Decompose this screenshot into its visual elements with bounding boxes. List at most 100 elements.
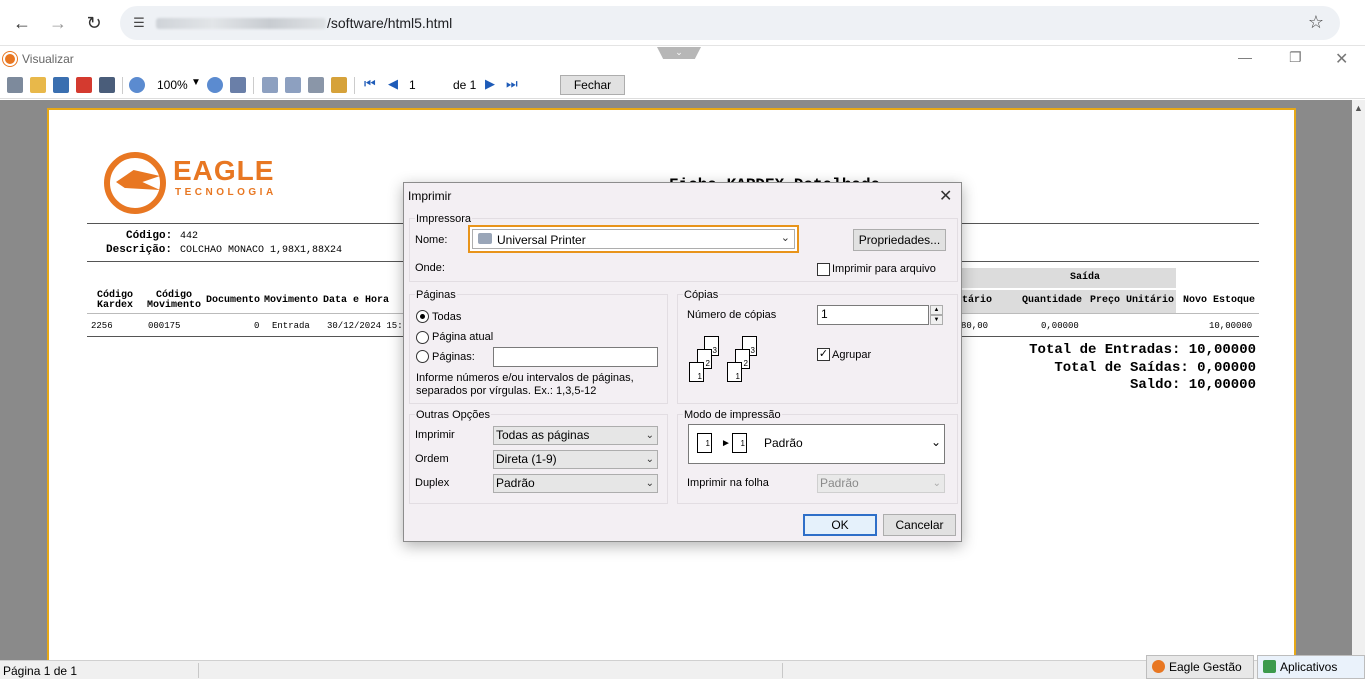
prev-page-icon[interactable]: ◀ [388, 76, 398, 92]
group-modo-label: Modo de impressão [683, 409, 782, 421]
nome-label: Nome: [415, 234, 448, 246]
close-button[interactable]: Fechar [560, 75, 625, 95]
toolbar-divider [354, 77, 355, 94]
imprimir-label: Imprimir [415, 429, 455, 441]
modo-select[interactable]: 1 ► 1 Padrão ⌄ [688, 424, 945, 464]
header-preco-unitario: Preço Unitário [1089, 295, 1174, 306]
window-title: Visualizar [22, 52, 74, 66]
cell-movimento: Entrada [272, 321, 310, 331]
radio-todas[interactable] [416, 310, 429, 323]
url-host-redacted [156, 18, 326, 29]
ordem-select[interactable]: Direta (1-9) ⌄ [493, 450, 658, 469]
single-page-icon[interactable] [262, 77, 278, 93]
chevron-down-icon: ⌄ [645, 454, 654, 465]
zoom-dropdown-icon[interactable]: ▼ [191, 77, 201, 88]
chevron-down-icon: ⌄ [645, 430, 654, 441]
ok-button[interactable]: OK [803, 514, 877, 536]
zoom-level[interactable]: 100% [157, 78, 188, 92]
codigo-label: Código: [126, 230, 173, 242]
cell-codigo-movimento: 000175 [148, 321, 181, 331]
first-page-icon[interactable]: ⏮ [364, 76, 376, 92]
outline-icon[interactable] [285, 77, 301, 93]
header-data-hora: Data e Hora [322, 295, 389, 306]
page-number-input[interactable] [406, 76, 446, 94]
duplex-select-value: Padrão [496, 476, 535, 490]
status-divider [198, 663, 199, 678]
agrupar-checkbox[interactable]: ✓ [817, 348, 830, 361]
minimize-icon[interactable]: — [1238, 49, 1252, 65]
save-icon[interactable] [53, 77, 69, 93]
page-setup-icon[interactable] [308, 77, 324, 93]
saldo: Saldo: 10,00000 [1129, 377, 1256, 393]
reload-icon[interactable]: ↻ [80, 9, 108, 37]
arrow-icon: ► [721, 438, 731, 449]
imprimir-select[interactable]: Todas as páginas ⌄ [493, 426, 658, 445]
pagina-atual-label: Página atual [432, 331, 494, 343]
taskbar-aplicativos[interactable]: Aplicativos [1257, 655, 1365, 679]
zoom-out-icon[interactable] [207, 77, 223, 93]
viewer-toolbar: 100% ▼ ⏮ ◀ de 1 ▶ ⏭ Fechar [0, 72, 1365, 99]
duplex-label: Duplex [415, 477, 450, 489]
duplex-select[interactable]: Padrão ⌄ [493, 474, 658, 493]
next-page-icon[interactable]: ▶ [485, 76, 495, 92]
scroll-up-icon[interactable]: ▲ [1354, 103, 1363, 113]
site-settings-icon[interactable]: ☰ [130, 14, 148, 32]
ordem-label: Ordem [415, 453, 449, 465]
todas-label: Todas [432, 311, 462, 323]
paginas-input[interactable] [493, 347, 658, 367]
edit-icon[interactable] [331, 77, 347, 93]
copies-input[interactable]: 1 [817, 305, 929, 325]
mode-page-icon: 1 [697, 433, 712, 453]
dialog-close-icon[interactable]: ✕ [939, 186, 952, 206]
group-outras-label: Outras Opções [415, 409, 491, 421]
bookmark-star-icon[interactable]: ☆ [1308, 12, 1324, 33]
apps-icon [1263, 660, 1276, 673]
group-paginas-label: Páginas [415, 289, 457, 301]
zoom-in-icon[interactable] [129, 77, 145, 93]
group-impressora-label: Impressora [415, 213, 473, 225]
fit-page-icon[interactable] [230, 77, 246, 93]
imprimir-select-value: Todas as páginas [496, 428, 590, 442]
agrupar-label: Agrupar [832, 349, 872, 361]
back-icon[interactable]: ← [8, 9, 36, 37]
find-binoculars-icon[interactable] [99, 77, 115, 93]
cell-quantidade: 0,00000 [1041, 321, 1079, 331]
radio-paginas[interactable] [416, 350, 429, 363]
taskbar-eagle[interactable]: Eagle Gestão ... [1146, 655, 1254, 679]
print-to-file-label: Imprimir para arquivo [832, 263, 936, 275]
header-novo-estoque: Novo Estoque [1182, 295, 1255, 306]
print-to-file-checkbox[interactable] [817, 263, 830, 276]
header-movimento: Movimento [263, 295, 318, 306]
ordem-select-value: Direta (1-9) [496, 452, 557, 466]
properties-button[interactable]: Propriedades... [853, 229, 946, 251]
group-copias-label: Cópias [683, 289, 720, 301]
chevron-down-icon: ⌄ [931, 435, 942, 449]
cancel-button[interactable]: Cancelar [883, 514, 956, 536]
collapse-chevron-icon[interactable]: ⌄ [657, 47, 701, 59]
app-titlebar: Visualizar ⌄ — ❐ ✕ [0, 47, 1365, 71]
chevron-down-icon: ⌄ [780, 232, 790, 244]
copies-down-icon[interactable]: ▼ [930, 315, 943, 325]
vertical-scrollbar[interactable] [1352, 100, 1365, 660]
url-text: /software/html5.html [327, 15, 453, 31]
radio-pagina-atual[interactable] [416, 331, 429, 344]
restore-icon[interactable]: ❐ [1289, 49, 1302, 66]
close-icon[interactable]: ✕ [1335, 49, 1348, 69]
collate-page-icon: 1 [689, 362, 704, 382]
last-page-icon[interactable]: ⏭ [506, 76, 518, 92]
address-bar[interactable]: ☰ /software/html5.html ☆ [120, 6, 1340, 40]
open-folder-icon[interactable] [30, 77, 46, 93]
codigo-value: 442 [180, 231, 199, 242]
print-icon[interactable] [7, 77, 23, 93]
descricao-value: COLCHAO MONACO 1,98X1,88X24 [180, 245, 343, 256]
cell-novo-estoque: 10,00000 [1209, 321, 1253, 331]
printer-select[interactable]: Universal Printer ⌄ [468, 225, 799, 253]
browser-chrome: ← → ↻ ☰ /software/html5.html ☆ [0, 0, 1365, 46]
header-quantidade: Quantidade [1021, 295, 1082, 306]
status-divider [782, 663, 783, 678]
onde-label: Onde: [415, 262, 445, 274]
copies-up-icon[interactable]: ▲ [930, 305, 943, 315]
app-logo-icon [3, 52, 17, 66]
forward-icon[interactable]: → [44, 9, 72, 37]
pdf-icon[interactable] [76, 77, 92, 93]
